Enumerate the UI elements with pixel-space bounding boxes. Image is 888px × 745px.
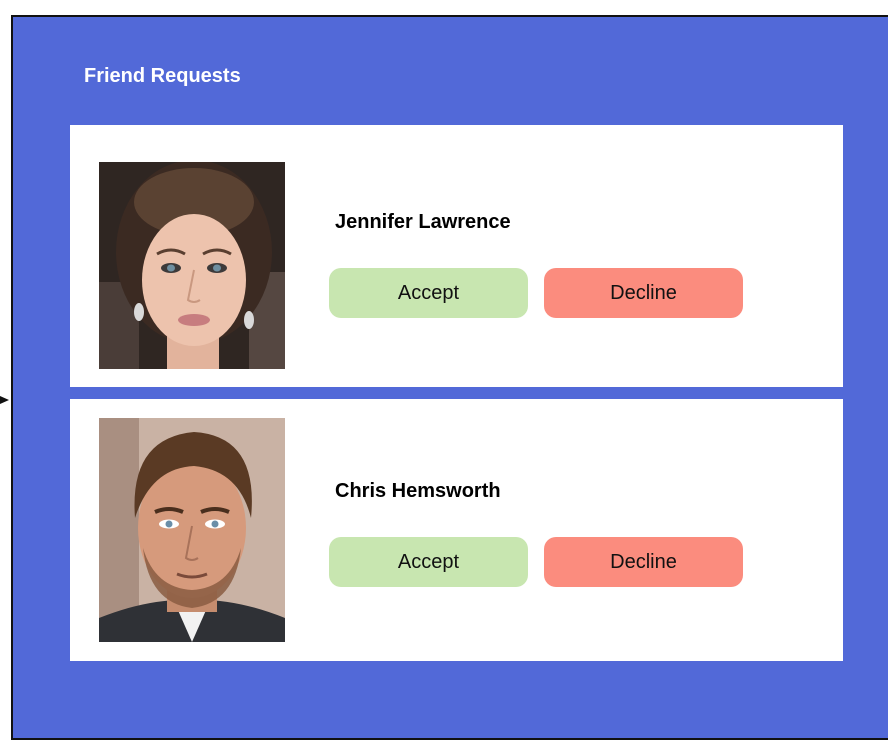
- friend-request-card: Chris Hemsworth Accept Decline: [70, 399, 843, 661]
- profile-photo-icon: [99, 162, 285, 369]
- avatar: [99, 418, 285, 642]
- accept-button[interactable]: Accept: [329, 268, 528, 318]
- decline-button[interactable]: Decline: [544, 268, 743, 318]
- profile-photo-icon: [99, 418, 285, 642]
- decline-button[interactable]: Decline: [544, 537, 743, 587]
- friend-request-card: Jennifer Lawrence Accept Decline: [70, 125, 843, 387]
- avatar: [99, 162, 285, 369]
- edge-arrow-icon: [0, 396, 9, 404]
- requester-name: Chris Hemsworth: [335, 480, 501, 502]
- accept-button[interactable]: Accept: [329, 537, 528, 587]
- requester-name: Jennifer Lawrence: [335, 211, 511, 233]
- panel-title: Friend Requests: [84, 65, 241, 87]
